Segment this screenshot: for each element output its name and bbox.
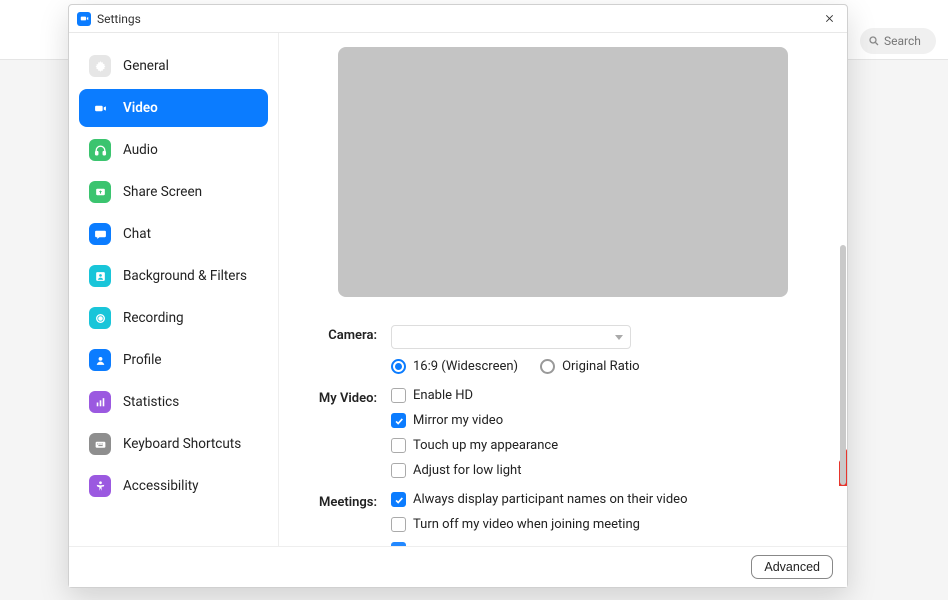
record-icon: [89, 307, 111, 329]
aspect-ratio-widescreen-radio[interactable]: [391, 359, 406, 374]
aspect-ratio-original-radio[interactable]: [540, 359, 555, 374]
gear-icon: [89, 55, 111, 77]
sidebar-item-label: Video: [123, 100, 158, 116]
enable-hd-checkbox[interactable]: [391, 388, 406, 403]
share-screen-icon: [89, 181, 111, 203]
my-video-label: My Video:: [307, 388, 391, 406]
search-placeholder: Search: [884, 34, 921, 48]
sidebar-item-label: Share Screen: [123, 184, 202, 200]
sidebar-item-label: General: [123, 58, 169, 74]
titlebar: Settings: [69, 5, 847, 33]
search-input[interactable]: Search: [860, 28, 936, 54]
display-participant-names-checkbox[interactable]: [391, 492, 406, 507]
sidebar-item-share-screen[interactable]: Share Screen: [79, 173, 268, 211]
sidebar-item-label: Recording: [123, 310, 184, 326]
camera-select[interactable]: [391, 325, 631, 349]
sidebar-item-statistics[interactable]: Statistics: [79, 383, 268, 421]
mirror-video-label: Mirror my video: [413, 413, 503, 428]
sidebar-item-accessibility[interactable]: Accessibility: [79, 467, 268, 505]
settings-sidebar: General Video Audio Share Screen: [69, 33, 279, 546]
radio-label-widescreen: 16:9 (Widescreen): [413, 359, 518, 374]
turn-off-video-checkbox[interactable]: [391, 517, 406, 532]
meetings-label: Meetings:: [307, 492, 391, 510]
profile-icon: [89, 349, 111, 371]
sidebar-item-profile[interactable]: Profile: [79, 341, 268, 379]
settings-content: Camera: 16:9 (Widescreen) Original Ratio: [279, 33, 847, 546]
window-title: Settings: [97, 12, 141, 26]
sidebar-item-keyboard-shortcuts[interactable]: Keyboard Shortcuts: [79, 425, 268, 463]
zoom-logo-icon: [77, 12, 91, 26]
search-icon: [868, 35, 880, 47]
scrollbar[interactable]: [839, 45, 847, 542]
sidebar-item-label: Chat: [123, 226, 151, 242]
sidebar-item-label: Statistics: [123, 394, 179, 410]
sidebar-item-general[interactable]: General: [79, 47, 268, 85]
sidebar-item-label: Audio: [123, 142, 158, 158]
settings-window: Settings General Video: [68, 4, 848, 588]
sidebar-item-recording[interactable]: Recording: [79, 299, 268, 337]
touch-up-appearance-label: Touch up my appearance: [413, 438, 558, 453]
statistics-icon: [89, 391, 111, 413]
close-icon: [824, 13, 835, 24]
accessibility-icon: [89, 475, 111, 497]
advanced-button[interactable]: Advanced: [751, 555, 833, 579]
sidebar-item-background-filters[interactable]: Background & Filters: [79, 257, 268, 295]
chat-bubble-icon: [89, 223, 111, 245]
video-camera-icon: [89, 97, 111, 119]
background-icon: [89, 265, 111, 287]
enable-hd-label: Enable HD: [413, 388, 473, 403]
truncated-option-label: · · · · · · · · · · · · · · · · ·: [413, 542, 621, 546]
adjust-low-light-label: Adjust for low light: [413, 463, 521, 478]
mirror-video-checkbox[interactable]: [391, 413, 406, 428]
headphones-icon: [89, 139, 111, 161]
adjust-low-light-checkbox[interactable]: [391, 463, 406, 478]
sidebar-item-label: Keyboard Shortcuts: [123, 436, 241, 452]
display-participant-names-label: Always display participant names on thei…: [413, 492, 687, 507]
camera-label: Camera:: [307, 325, 391, 343]
touch-up-appearance-checkbox[interactable]: [391, 438, 406, 453]
keyboard-icon: [89, 433, 111, 455]
radio-label-original: Original Ratio: [562, 359, 640, 374]
sidebar-item-label: Profile: [123, 352, 162, 368]
sidebar-item-chat[interactable]: Chat: [79, 215, 268, 253]
turn-off-video-label: Turn off my video when joining meeting: [413, 517, 640, 532]
settings-footer: Advanced: [69, 546, 847, 587]
sidebar-item-audio[interactable]: Audio: [79, 131, 268, 169]
close-button[interactable]: [819, 9, 839, 29]
sidebar-item-label: Background & Filters: [123, 268, 247, 284]
truncated-option-checkbox[interactable]: [391, 542, 406, 546]
sidebar-item-label: Accessibility: [123, 478, 199, 494]
video-preview-placeholder: [338, 47, 788, 297]
scrollbar-thumb[interactable]: [840, 245, 846, 485]
sidebar-item-video[interactable]: Video: [79, 89, 268, 127]
